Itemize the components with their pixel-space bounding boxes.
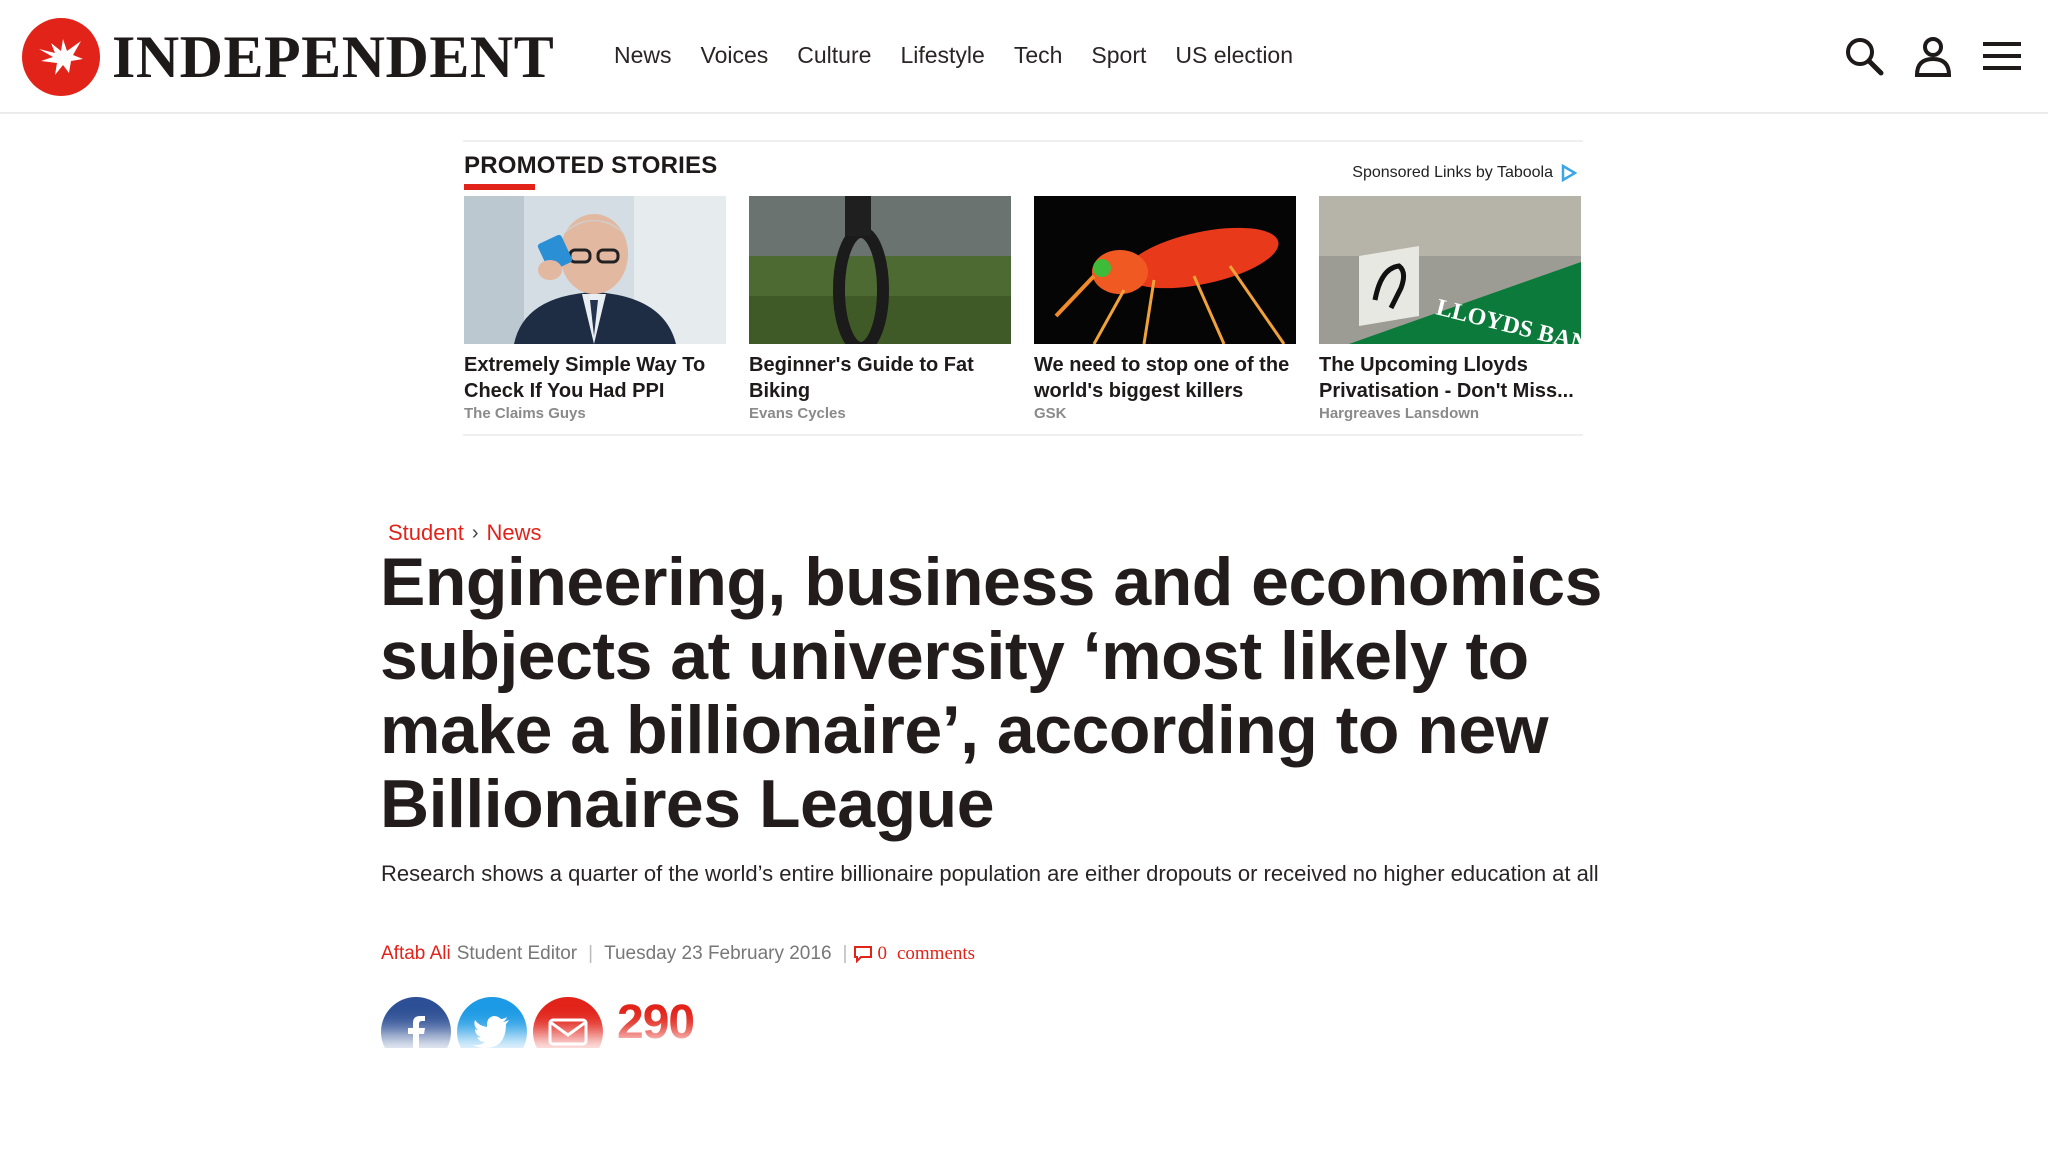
byline-divider: | — [588, 943, 594, 964]
search-icon[interactable] — [1841, 33, 1887, 79]
comment-icon — [854, 946, 873, 963]
promo-card[interactable]: We need to stop one of the world's bigge… — [1034, 196, 1296, 422]
article-headline: Engineering, business and economics subj… — [380, 544, 1602, 842]
breadcrumb: Student › News — [388, 520, 542, 546]
promo-card-source: The Claims Guys — [464, 405, 586, 422]
nav-culture[interactable]: Culture — [797, 42, 871, 69]
site-header: INDEPENDENT News Voices Culture Lifestyl… — [0, 0, 2048, 114]
promo-card[interactable]: LLOYDS BANK The Upcoming Lloyds Privatis… — [1319, 196, 1581, 422]
promo-card-title: The Upcoming Lloyds Privatisation - Don'… — [1319, 354, 1574, 402]
promo-card[interactable]: Extremely Simple Way To Check If You Had… — [464, 196, 726, 422]
breadcrumb-student[interactable]: Student — [388, 520, 464, 546]
byline-divider: | — [842, 943, 848, 964]
taboola-sponsor-link[interactable]: Sponsored Links by Taboola — [1352, 164, 1577, 182]
comments-label: comments — [896, 943, 976, 964]
promo-card-title: Extremely Simple Way To Check If You Had… — [464, 354, 706, 402]
promo-card-source: Evans Cycles — [749, 405, 846, 422]
promo-underline — [464, 184, 535, 190]
promo-card-source: Hargreaves Lansdown — [1319, 405, 1480, 422]
sponsor-label: Sponsored Links by Taboola — [1352, 164, 1553, 181]
nav-voices[interactable]: Voices — [701, 42, 769, 69]
promo-title: PROMOTED STORIES — [464, 152, 718, 179]
article-byline: Aftab Ali Student Editor | Tuesday 23 Fe… — [381, 943, 975, 965]
nav-lifestyle[interactable]: Lifestyle — [900, 42, 984, 69]
nav-tech[interactable]: Tech — [1014, 42, 1063, 69]
bottom-fade-overlay — [0, 1048, 2048, 1152]
promo-card-image — [464, 196, 726, 344]
author-role: Student Editor — [456, 943, 578, 964]
comments-count: 0 — [877, 943, 887, 964]
nav-us-election[interactable]: US election — [1175, 42, 1293, 69]
breadcrumb-news[interactable]: News — [487, 520, 542, 546]
nav-sport[interactable]: Sport — [1091, 42, 1146, 69]
main-nav: News Voices Culture Lifestyle Tech Sport… — [614, 0, 1293, 110]
taboola-icon — [1561, 164, 1577, 182]
publish-date: Tuesday 23 February 2016 — [604, 943, 832, 964]
logo-wordmark: INDEPENDENT — [112, 24, 555, 90]
breadcrumb-separator: › — [471, 521, 479, 544]
comments-link[interactable]: 0 comments — [853, 943, 975, 965]
promo-card-image — [1034, 196, 1296, 344]
facebook-icon — [408, 1016, 425, 1050]
promo-card-image: LLOYDS BANK — [1319, 196, 1581, 344]
site-logo[interactable]: INDEPENDENT — [22, 17, 554, 97]
email-icon — [548, 1018, 588, 1046]
promo-cards: Extremely Simple Way To Check If You Had… — [464, 196, 1581, 422]
promo-card[interactable]: Beginner's Guide to Fat Biking Evans Cyc… — [749, 196, 1011, 422]
twitter-icon — [473, 1016, 509, 1048]
promo-card-image — [749, 196, 1011, 344]
promoted-stories: PROMOTED STORIES Sponsored Links by Tabo… — [463, 140, 1583, 436]
promo-card-title: Beginner's Guide to Fat Biking — [749, 354, 974, 402]
promo-card-title: We need to stop one of the world's bigge… — [1034, 354, 1290, 402]
account-icon[interactable] — [1910, 33, 1956, 79]
share-count: 290 — [617, 996, 695, 1049]
author-link[interactable]: Aftab Ali — [381, 943, 451, 965]
eagle-logo-icon — [22, 18, 100, 96]
promo-card-source: GSK — [1034, 405, 1067, 422]
menu-icon[interactable] — [1979, 33, 2025, 79]
nav-news[interactable]: News — [614, 42, 672, 69]
article-standfirst: Research shows a quarter of the world’s … — [381, 861, 1599, 886]
